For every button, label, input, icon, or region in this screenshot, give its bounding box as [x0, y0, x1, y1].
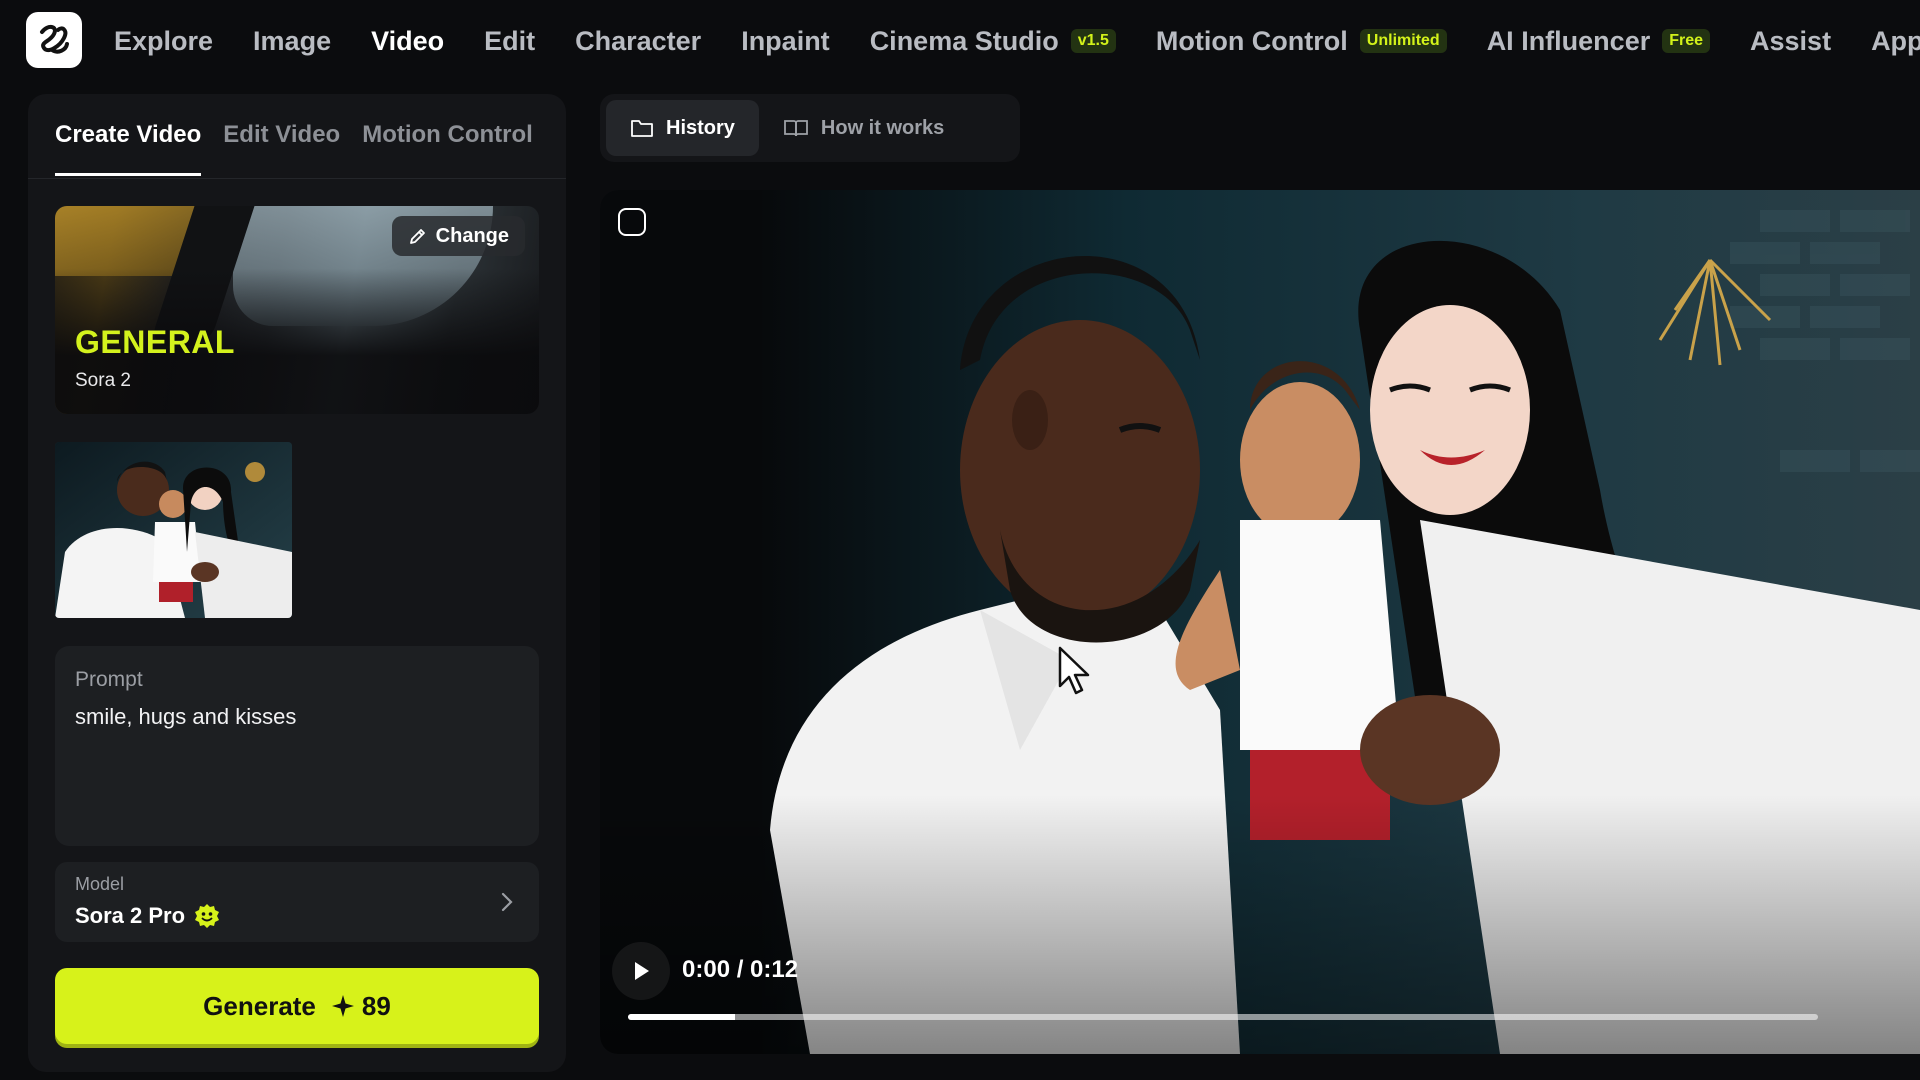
- nav-item-image[interactable]: Image: [253, 26, 331, 57]
- model-name: Sora 2 Pro: [75, 902, 221, 930]
- select-checkbox[interactable]: [618, 208, 646, 236]
- tab-how-it-works-label: How it works: [820, 116, 945, 139]
- nav-item-video[interactable]: Video: [371, 26, 444, 57]
- nav-item-explore[interactable]: Explore: [114, 26, 213, 57]
- prompt-field[interactable]: Prompt smile, hugs and kisses: [55, 646, 539, 846]
- uploaded-image-thumbnail[interactable]: [55, 442, 292, 618]
- sub-tabs: Create Video Edit Video Motion Control: [55, 94, 555, 176]
- nav-item-character[interactable]: Character: [575, 26, 701, 57]
- prompt-text[interactable]: smile, hugs and kisses: [75, 704, 296, 730]
- tab-edit-video[interactable]: Edit Video: [223, 94, 340, 176]
- video-player[interactable]: 0:00 / 0:12: [600, 190, 1920, 1054]
- video-progress-fill: [628, 1014, 736, 1020]
- nav-item-assist[interactable]: Assist: [1750, 26, 1831, 57]
- nav-badge: Free: [1662, 29, 1711, 53]
- video-progress-bar[interactable]: [628, 1014, 1818, 1020]
- nav-item-label: Image: [253, 25, 332, 56]
- nav-item-label: AI Influencer: [1486, 25, 1651, 56]
- book-icon: [784, 120, 808, 137]
- nav-item-label: Character: [575, 25, 702, 56]
- folder-icon: [631, 120, 653, 137]
- tab-motion-control[interactable]: Motion Control: [362, 94, 533, 176]
- tab-history[interactable]: History: [606, 100, 759, 156]
- model-label: Model: [75, 874, 125, 894]
- sparkle-icon: [331, 995, 354, 1017]
- generate-label: Generate: [203, 990, 316, 1021]
- smiley-badge-icon: [195, 904, 220, 928]
- thumbnail-image: [55, 442, 292, 618]
- nav-item-apps[interactable]: Apps: [1871, 26, 1920, 57]
- change-preset-label: Change: [435, 224, 509, 247]
- nav-item-cinema-studio[interactable]: Cinema Studio v1.5: [870, 26, 1116, 57]
- tab-history-label: History: [666, 116, 735, 139]
- app-logo[interactable]: [26, 12, 82, 68]
- nav-item-ai-influencer[interactable]: AI Influencer Free: [1486, 25, 1711, 57]
- nav-item-label: Inpaint: [741, 25, 830, 56]
- play-button[interactable]: [612, 942, 670, 1000]
- tab-how-it-works[interactable]: How it works: [759, 100, 968, 156]
- preset-subtitle: Sora 2: [75, 370, 131, 391]
- change-preset-button[interactable]: Change: [391, 216, 525, 256]
- preset-title: GENERAL: [75, 324, 235, 360]
- create-panel: Create Video Edit Video Motion Control Cha…: [28, 94, 566, 1072]
- right-tabs: History How it works: [600, 94, 1020, 162]
- top-navigation: Explore Image Video Edit Character Inpaint Cin…: [0, 0, 1920, 82]
- prompt-label: Prompt: [75, 668, 143, 691]
- tab-create-video[interactable]: Create Video: [55, 94, 202, 176]
- nav-item-inpaint[interactable]: Inpaint: [741, 26, 830, 57]
- logo-icon: [40, 25, 69, 54]
- nav-item-edit[interactable]: Edit: [484, 26, 535, 57]
- divider: [28, 178, 566, 179]
- credit-cost-value: 89: [361, 990, 391, 1021]
- nav-item-label: Explore: [114, 25, 214, 56]
- nav-item-label: Assist: [1750, 25, 1832, 56]
- pencil-icon: [409, 229, 425, 244]
- nav-badge: Unlimited: [1359, 29, 1447, 53]
- chevron-right-icon: [501, 892, 513, 912]
- play-icon: [635, 962, 649, 980]
- mouse-pointer-icon: [1058, 646, 1090, 695]
- nav-badge: v1.5: [1070, 29, 1116, 53]
- nav-item-motion-control[interactable]: Motion Control Unlimited: [1156, 26, 1447, 57]
- model-name-text: Sora 2 Pro: [75, 903, 186, 928]
- nav-item-label: Edit: [484, 25, 536, 56]
- nav-item-label: Video: [371, 25, 445, 56]
- nav-item-label: Apps: [1871, 25, 1920, 56]
- credit-cost: 89: [330, 991, 391, 1022]
- model-selector[interactable]: Model Sora 2 Pro: [55, 862, 539, 942]
- nav-item-label: Cinema Studio: [869, 25, 1059, 56]
- nav-item-label: Motion Control: [1155, 25, 1348, 56]
- video-time: 0:00 / 0:12: [682, 956, 799, 983]
- video-frame: [600, 190, 1920, 1054]
- generate-button[interactable]: Generate 89: [55, 968, 539, 1044]
- nav-menu: Explore Image Video Edit Character Inpaint Cin…: [114, 0, 1920, 82]
- preset-card[interactable]: Change GENERAL Sora 2: [55, 206, 539, 414]
